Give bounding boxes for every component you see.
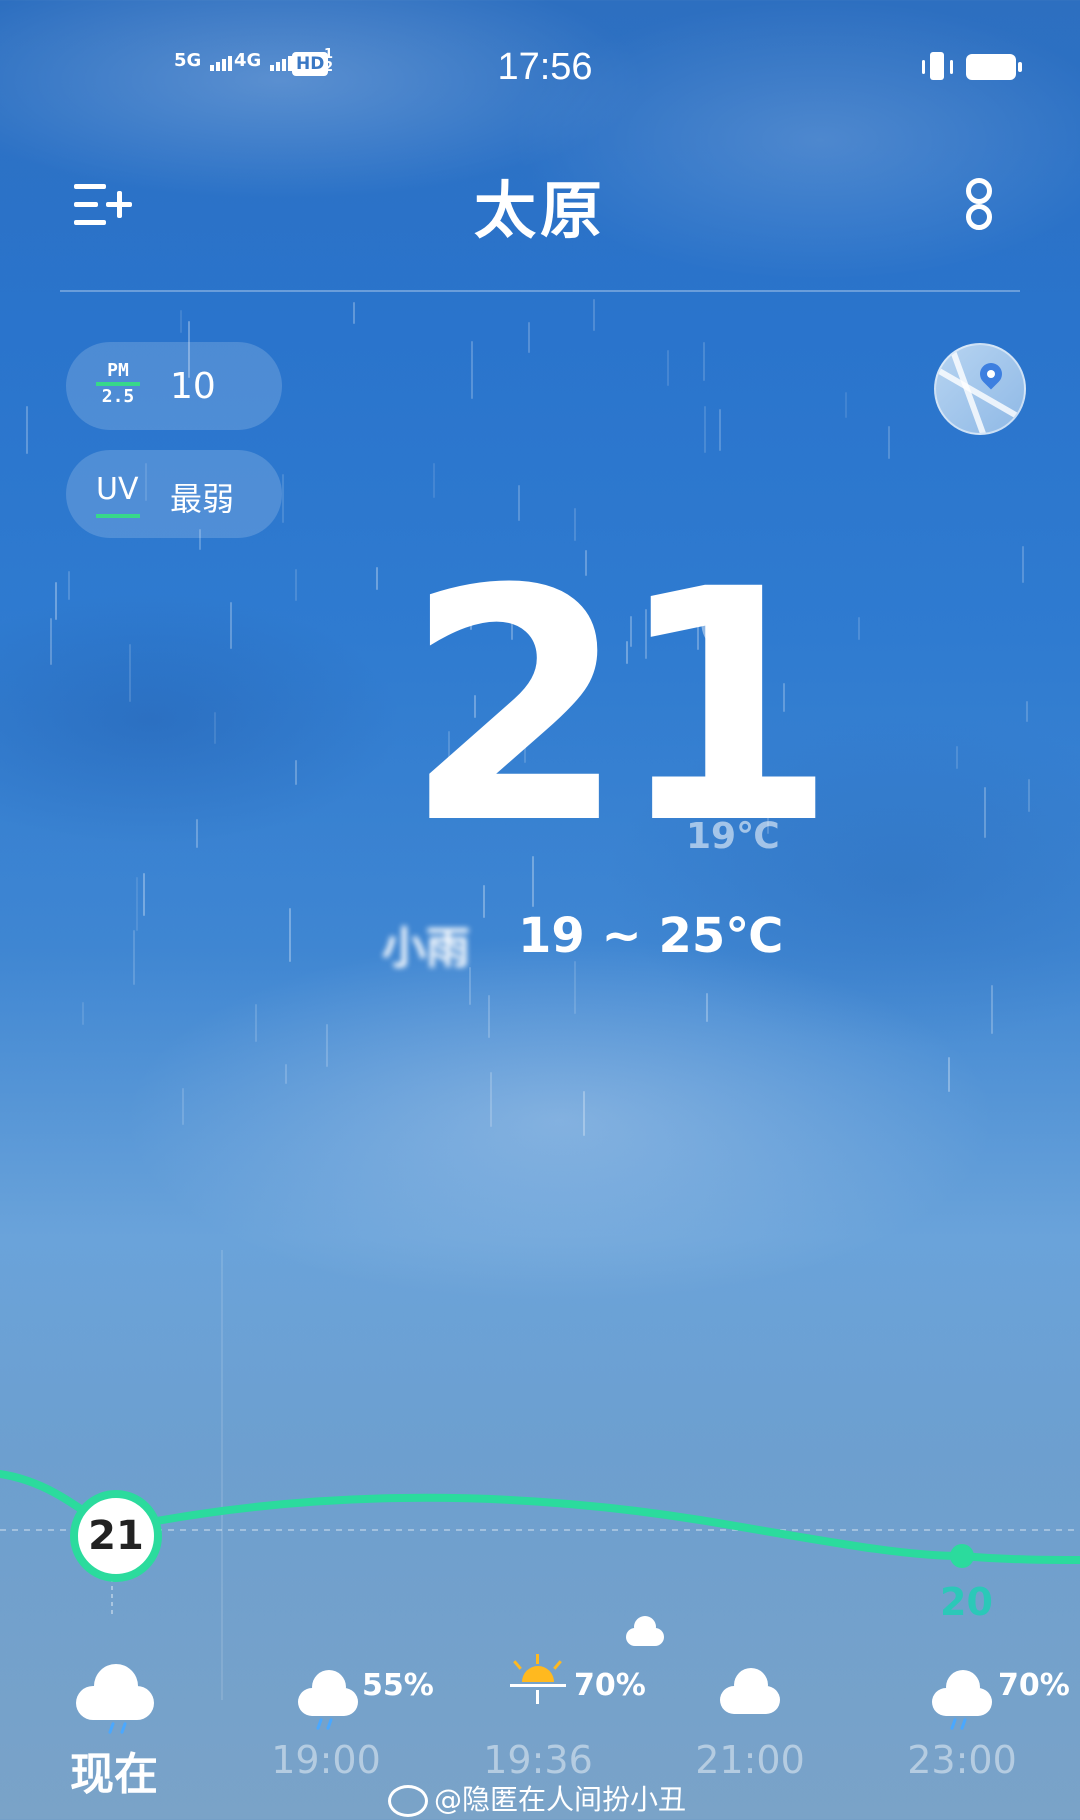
- rain-streak: [991, 985, 993, 1034]
- rain-streak: [214, 712, 216, 744]
- rain-streak: [282, 474, 284, 523]
- rain-streak: [703, 342, 705, 381]
- feels-like-label: 体感: [688, 778, 753, 816]
- rain-streak: [888, 426, 890, 459]
- rain-streak: [704, 406, 706, 453]
- header-divider: [60, 290, 1020, 292]
- rain-streak: [593, 299, 595, 331]
- rain-streak: [1028, 779, 1030, 812]
- watermark: @隐匿在人间扮小丑: [388, 1778, 686, 1818]
- rain-streak: [196, 819, 198, 848]
- rain-cloud-icon: [76, 1664, 154, 1720]
- small-rain-cloud-icon: [626, 1616, 664, 1646]
- rain-streak: [719, 409, 721, 451]
- rain-streak: [858, 617, 860, 640]
- rain-streak: [26, 406, 28, 454]
- watermark-text: @隐匿在人间扮小丑: [434, 1783, 687, 1816]
- rain-streak: [845, 392, 847, 418]
- rain-streak: [136, 877, 138, 931]
- hour-label: 23:00: [907, 1738, 1017, 1782]
- pm25-pill[interactable]: PM 2.5 10: [66, 342, 282, 430]
- rain-streak: [289, 908, 291, 962]
- rain-streak: [180, 310, 182, 333]
- rain-streak: [667, 350, 669, 386]
- temperature-range: 19 ~ 25℃: [518, 908, 784, 964]
- pm25-label: PM 2.5: [96, 362, 140, 406]
- pm25-value: 10: [170, 366, 216, 407]
- rain-probability: 55%: [362, 1668, 434, 1703]
- rain-drops-icon: [108, 1721, 138, 1738]
- rain-probability: 70%: [998, 1668, 1070, 1703]
- rain-streak: [182, 1088, 184, 1125]
- battery-icon: [966, 54, 1022, 80]
- rain-streak: [376, 567, 378, 590]
- rain-streak: [471, 341, 473, 399]
- rain-streak: [528, 322, 530, 353]
- more-vertical-icon[interactable]: [964, 174, 994, 234]
- rain-streak: [255, 1004, 257, 1042]
- rain-streak: [129, 644, 131, 702]
- rain-streak: [326, 1024, 328, 1067]
- rain-cloud-icon: [298, 1670, 358, 1716]
- rain-streak: [133, 930, 135, 985]
- weibo-icon: [388, 1785, 428, 1817]
- rain-streak: [285, 1064, 287, 1084]
- pm-label-bottom: 2.5: [101, 386, 135, 407]
- feels-like-value: 19℃: [686, 816, 780, 857]
- hour-label-now: 现在: [70, 1749, 158, 1800]
- rain-streak: [956, 746, 958, 769]
- rain-streak: [433, 463, 435, 498]
- rain-drops-icon: [950, 1717, 980, 1734]
- weather-condition: 小雨: [382, 923, 470, 974]
- map-location-icon[interactable]: [934, 343, 1026, 435]
- cloud-icon: [720, 1668, 780, 1714]
- rain-streak: [518, 485, 520, 521]
- status-clock: 17:56: [497, 46, 593, 88]
- rain-probability: 70%: [574, 1668, 646, 1703]
- rain-drops-icon: [316, 1717, 346, 1734]
- hour-label: 19:00: [271, 1738, 381, 1782]
- rain-streak: [68, 571, 70, 600]
- low-temp-dot: [950, 1544, 974, 1568]
- rain-streak: [82, 1002, 84, 1025]
- uv-value: 最弱: [170, 480, 235, 518]
- low-temp-label: 20: [940, 1580, 993, 1624]
- rain-streak: [488, 995, 490, 1038]
- city-title[interactable]: 太原: [0, 160, 1080, 250]
- rain-streak: [984, 787, 986, 838]
- rain-streak: [1026, 701, 1028, 722]
- hour-label: 21:00: [695, 1738, 805, 1782]
- vibrate-icon: [920, 52, 956, 82]
- uv-label-text: UV: [96, 472, 139, 507]
- uv-label: UV: [96, 472, 140, 518]
- rain-streak: [583, 1091, 585, 1136]
- now-temp-bubble: 21: [70, 1490, 162, 1582]
- rain-streak: [230, 602, 232, 649]
- rain-streak: [1022, 546, 1024, 583]
- pm-label-top: PM: [107, 360, 129, 381]
- rain-streak: [143, 873, 145, 916]
- rain-streak: [353, 302, 355, 324]
- temperature-unit: ℃: [664, 576, 754, 669]
- rain-streak: [295, 760, 297, 785]
- rain-streak: [50, 618, 52, 665]
- uv-pill[interactable]: UV 最弱: [66, 450, 282, 538]
- rain-streak: [295, 569, 297, 601]
- rain-streak: [706, 993, 708, 1022]
- hour-label: 19:36: [483, 1738, 593, 1782]
- rain-streak: [948, 1057, 950, 1092]
- rain-streak: [574, 961, 576, 1014]
- rain-streak: [55, 582, 57, 620]
- status-bar: 5G 4G HD 1 2 17:56: [0, 0, 1080, 140]
- sunset-icon: [506, 1654, 570, 1712]
- rain-cloud-icon: [932, 1670, 992, 1716]
- rain-streak: [490, 1072, 492, 1127]
